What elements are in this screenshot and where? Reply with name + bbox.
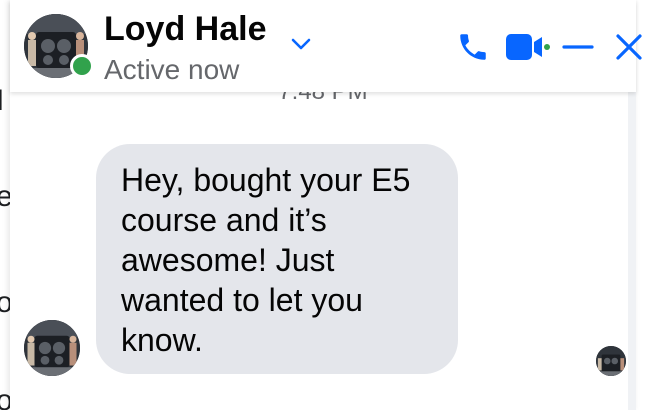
- background-text-fragment: I: [0, 84, 5, 117]
- online-status-dot: [70, 54, 94, 78]
- minimize-icon[interactable]: [562, 34, 594, 60]
- active-status: Active now: [104, 54, 240, 85]
- message-scrollbar[interactable]: [628, 92, 636, 410]
- video-camera-icon[interactable]: [504, 30, 552, 64]
- chevron-down-icon[interactable]: [290, 36, 312, 52]
- seen-avatar-icon: [596, 346, 626, 376]
- profile-photo-avatar-icon: [596, 346, 626, 376]
- sender-avatar[interactable]: [24, 320, 80, 376]
- close-icon[interactable]: [614, 32, 644, 62]
- chat-header[interactable]: Loyd Hale Active now: [10, 0, 642, 92]
- screen: I e o o Loyd Hale Active now Hey, bought…: [0, 0, 654, 410]
- chat-window: Loyd Hale Active now Hey, bought your E5…: [10, 0, 642, 410]
- profile-photo-avatar-icon: [24, 320, 80, 376]
- contact-name[interactable]: Loyd Hale: [104, 10, 266, 49]
- message-bubble[interactable]: Hey, bought your E5 course and it’s awes…: [96, 144, 458, 374]
- phone-icon[interactable]: [456, 30, 490, 64]
